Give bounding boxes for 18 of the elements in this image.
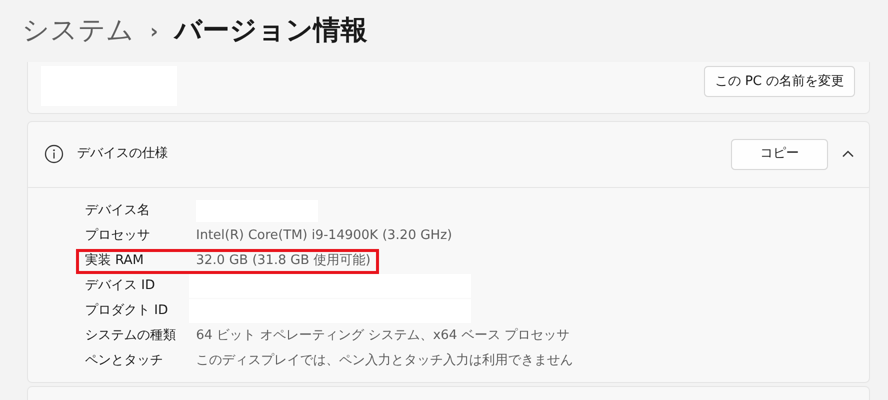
page-title: バージョン情報 [174, 14, 368, 48]
copy-button[interactable]: コピー [731, 138, 828, 170]
spec-label: デバイス ID [85, 277, 156, 296]
breadcrumb-separator: › [150, 18, 158, 45]
spec-label: 実装 RAM [85, 252, 145, 270]
spec-label: プロセッサ [85, 227, 151, 246]
spec-label: ペンとタッチ [85, 352, 164, 370]
spec-value: このディスプレイでは、ペン入力とタッチ入力は利用できません [196, 352, 573, 370]
info-icon [44, 144, 64, 164]
spec-label: デバイス名 [85, 202, 151, 220]
breadcrumb-link[interactable]: システム [22, 10, 134, 52]
spec-value: 32.0 GB (31.8 GB 使用可能) [196, 252, 371, 270]
spec-label: プロダクト ID [85, 302, 169, 320]
spec-value: Intel(R) Core(TM) i9-14900K (3.20 GHz) [196, 227, 452, 246]
spec-value: 64 ビット オペレーティング システム、x64 ベース プロセッサ [196, 327, 570, 346]
section-title: デバイスの仕様 [77, 145, 169, 164]
rename-button[interactable]: この PC の名前を変更 [704, 66, 855, 97]
spec-label: システムの種類 [85, 327, 177, 346]
